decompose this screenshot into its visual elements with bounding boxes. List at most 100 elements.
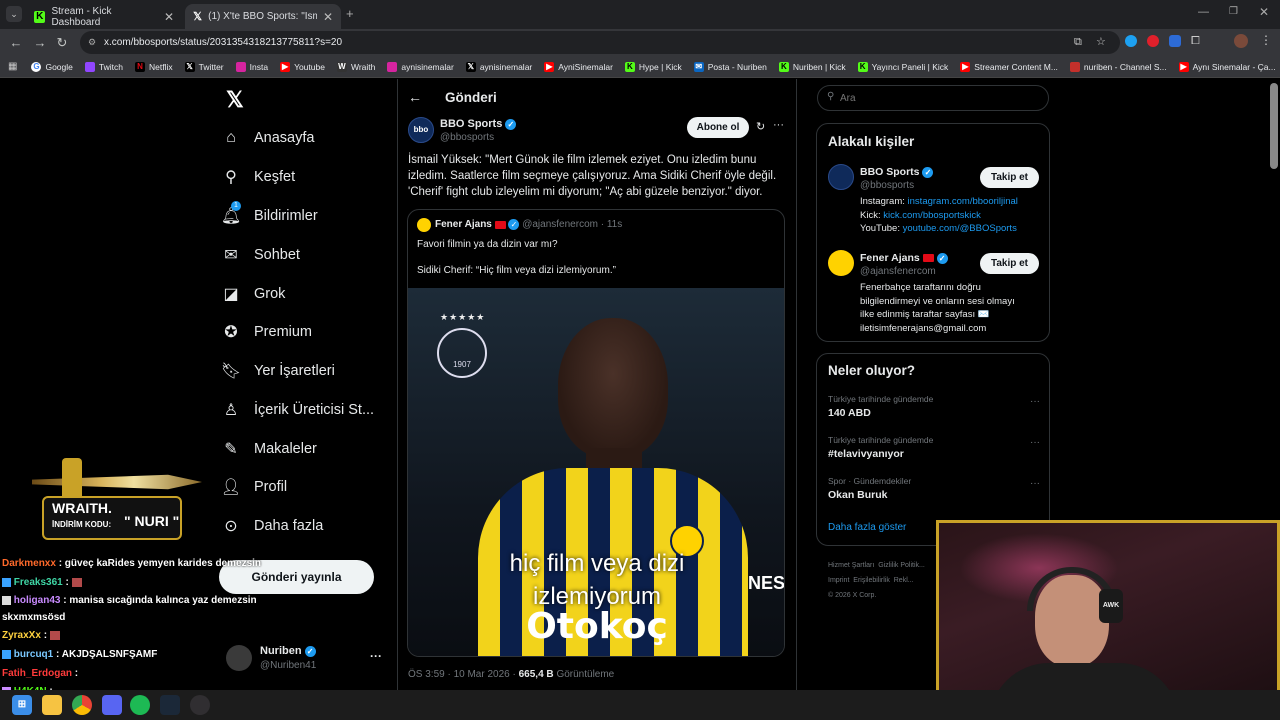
nav-bookmarks[interactable]: 🔖︎ Yer İşaretleri [221,352,335,390]
file-explorer-icon[interactable] [42,695,62,715]
footer-link[interactable]: Hizmet Şartları [828,562,874,569]
extension-blue-icon[interactable] [1125,35,1137,47]
nav-chat[interactable]: ✉ Sohbet [222,236,300,274]
account-more-icon[interactable]: ··· [370,649,382,663]
extensions-puzzle-icon[interactable]: ⧠ [1191,35,1200,47]
bookmark-yayinci-paneli[interactable]: K Yayıncı Paneli | Kick [852,61,955,72]
close-tab-icon[interactable]: ✕ [323,10,333,24]
back-arrow-icon[interactable]: ← [408,89,422,105]
nav-creator-studio[interactable]: ♙ İçerik Üreticisi St... [222,391,374,429]
quoted-post[interactable]: Fener Ajans ✓ @ajansfenercom · 11s Favor… [407,209,785,657]
related-name[interactable]: BBO Sports [860,166,920,178]
new-tab-button[interactable]: + [346,6,354,21]
twitch-icon [84,61,95,72]
nav-premium[interactable]: ✪ Premium [222,313,312,351]
spotify-icon[interactable] [130,695,150,715]
bookmark-star-icon[interactable]: ☆ [1096,31,1106,54]
extension-red-icon[interactable] [1147,35,1159,47]
related-name[interactable]: Fener Ajans [860,252,920,264]
footer-link[interactable]: Imprint [828,577,849,584]
close-window-icon[interactable]: ✕ [1259,5,1269,19]
steam-icon[interactable] [160,695,180,715]
extension-shield-icon[interactable] [1169,35,1181,47]
quote-handle: @ajansfenercom [522,219,598,231]
bio-link[interactable]: kick.com/bbosportskick [883,210,981,221]
maximize-window-icon[interactable]: ❐ [1229,6,1238,17]
bookmark-streamer-content[interactable]: ▶ Streamer Content M... [954,61,1064,72]
follow-button[interactable]: Takip et [980,167,1039,188]
author-avatar[interactable]: bbo [408,117,434,143]
bookmark-ayni-sinemalar-ca[interactable]: ▶ Aynı Sinemalar - Ça... [1173,61,1280,72]
minimize-window-icon[interactable]: — [1198,6,1209,18]
bookmark-insta[interactable]: Insta [230,61,274,72]
bookmark-aynisinemalar-x[interactable]: 𝕏aynisinemalar [460,61,538,72]
tab-search-button[interactable]: ⌄ [6,6,22,22]
bio-link[interactable]: youtube.com/@BBOSports [903,223,1017,234]
footer-link[interactable]: Erişilebilirlik [853,577,890,584]
bookmark-twitch[interactable]: Twitch [79,61,129,72]
nav-home[interactable]: ⌂ Anasayfa [222,119,314,157]
search-box[interactable]: ⚲ [817,85,1049,111]
address-bar[interactable]: ⚙ x.com/bbosports/status/203135431821377… [80,31,1120,54]
bookmark-channel-studio[interactable]: nuriben - Channel S... [1064,61,1173,72]
bookmark-netflix[interactable]: N Netflix [129,61,179,72]
browser-menu-icon[interactable]: ⋮ [1260,33,1272,47]
bookmark-wraith[interactable]: W Wraith [331,61,381,72]
install-app-icon[interactable]: ⧉ [1074,31,1082,54]
x-logo-icon[interactable]: 𝕏 [226,87,244,113]
footer-link[interactable]: Rekl... [894,577,914,584]
bookmark-aynisinemalar-yt[interactable]: ▶ AyniSinemalar [538,61,619,72]
discord-icon[interactable] [102,695,122,715]
author-handle[interactable]: @bbosports [440,132,494,143]
bookmark-youtube[interactable]: ▶ Youtube [274,61,331,72]
bookmark-twitter[interactable]: 𝕏 Twitter [179,61,230,72]
nav-grok[interactable]: ◪ Grok [222,275,285,313]
profile-avatar[interactable] [1234,34,1248,48]
tab-kick-dashboard[interactable]: K Stream - Kick Dashboard ✕ [26,4,182,29]
trend-item[interactable]: Spor · Gündemdekiler Okan Buruk ··· [828,476,1040,512]
chat-user: Fatih_Erdogan [2,668,73,679]
chrome-icon[interactable] [72,695,92,715]
windows-start-icon[interactable]: ⊞ [12,695,32,715]
nav-more[interactable]: ⊙ Daha fazla [222,507,323,545]
article-icon: ✎ [224,441,238,458]
site-info-icon[interactable]: ⚙ [88,31,96,54]
related-avatar-bbo[interactable] [828,164,854,190]
quote-video[interactable]: 1907 ★★★★★ NES hiç film veya dizi izlemi… [408,288,784,656]
nav-notifications[interactable]: 🔔︎ 1 Bildirimler [220,197,318,235]
bookmark-nuriben-kick[interactable]: K Nuriben | Kick [773,61,852,72]
trend-more-icon[interactable]: ··· [1030,437,1040,448]
search-input[interactable] [840,90,1030,106]
back-icon[interactable]: ← [6,33,26,53]
page-scrollbar[interactable] [1270,83,1278,169]
follow-button[interactable]: Takip et [980,253,1039,274]
close-tab-icon[interactable]: ✕ [164,10,174,24]
trend-more-icon[interactable]: ··· [1030,478,1040,489]
nav-articles[interactable]: ✎ Makaleler [222,430,317,468]
show-more-link[interactable]: Daha fazla göster [828,522,906,533]
reload-icon[interactable]: ↻ [52,33,72,53]
footer-link[interactable]: Gizlilik Politik... [878,562,925,569]
bookmark-google[interactable]: G Google [25,61,78,72]
bookmark-aynisinemalar-insta[interactable]: aynisinemalar [381,61,459,72]
apps-grid-icon[interactable]: ▦ [8,61,17,72]
post-more-icon[interactable]: ··· [773,119,784,131]
chat-text: : manisa sıcağında kalınca yaz demezsin [63,595,257,606]
nav-explore[interactable]: ⚲ Keşfet [222,158,295,196]
trend-more-icon[interactable]: ··· [1030,396,1040,407]
forward-icon[interactable]: → [30,33,50,53]
bell-icon: 🔔︎ 1 [220,201,242,225]
trend-item[interactable]: Türkiye tarihinde gündemde 140 ABD ··· [828,394,1040,430]
bio-link[interactable]: instagram.com/bbooriljinal [908,196,1018,207]
bookmark-posta[interactable]: ✉ Posta - Nuriben [688,61,773,72]
author-name[interactable]: BBO Sports [440,118,502,130]
tab-x-post[interactable]: 𝕏 (1) X'te BBO Sports: "İsmail Yük ✕ [185,4,341,29]
trend-item[interactable]: Türkiye tarihinde gündemde #telavivyanıy… [828,435,1040,471]
bookmark-hype-kick[interactable]: K Hype | Kick [619,61,688,72]
grok-analyze-icon[interactable]: ↻ [756,120,765,133]
subscribe-button[interactable]: Abone ol [687,117,749,138]
nav-profile[interactable]: 👤︎ Profil [221,468,287,506]
related-avatar-fener[interactable] [828,250,854,276]
quote-line-1: Favori filmin ya da dizin var mı? [417,239,558,250]
obs-icon[interactable] [190,695,210,715]
